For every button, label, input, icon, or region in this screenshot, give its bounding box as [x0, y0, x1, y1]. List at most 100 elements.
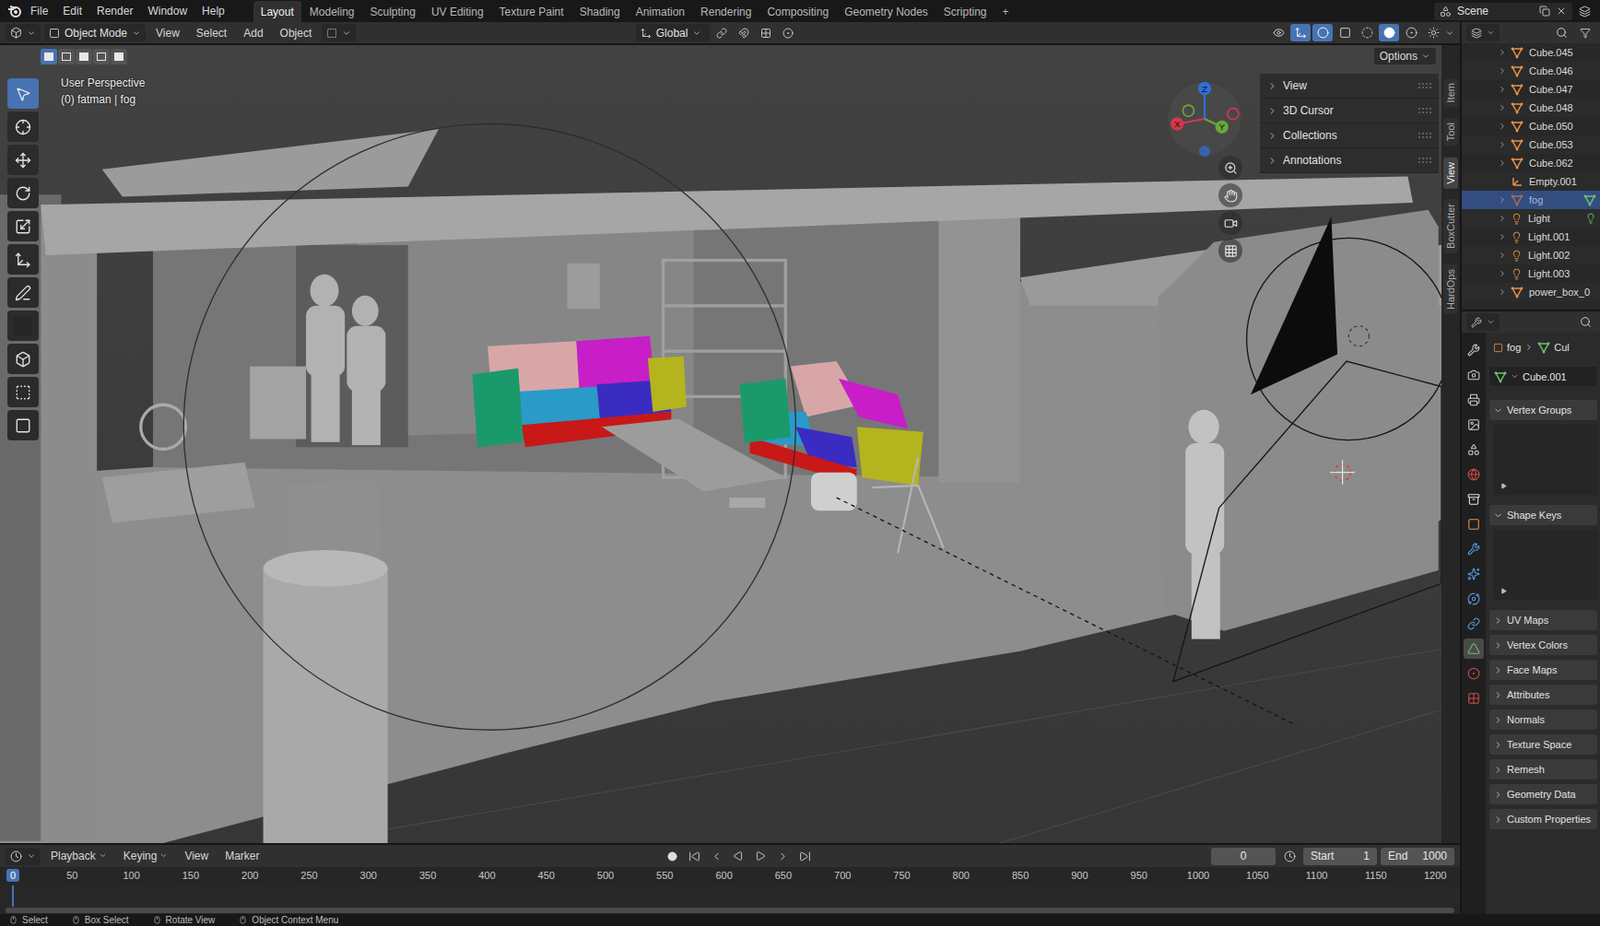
view-layer-button[interactable] — [1574, 2, 1595, 21]
outliner-row[interactable]: Cube.048 — [1461, 98, 1600, 118]
navigation-button[interactable] — [1218, 238, 1243, 263]
editor-type-dropdown[interactable] — [1466, 313, 1500, 331]
outliner-row[interactable]: Light — [1461, 209, 1600, 228]
sidebar-tab[interactable]: Item — [1443, 78, 1459, 107]
workspace-tab[interactable]: Modeling — [302, 0, 363, 23]
drag-handle-icon[interactable] — [1418, 156, 1432, 165]
expand-arrow[interactable] — [1496, 213, 1508, 224]
select-mode-button[interactable] — [58, 48, 75, 65]
overlay-button[interactable] — [1312, 23, 1333, 42]
workspace-tab[interactable]: Geometry Nodes — [836, 0, 936, 23]
tool-button[interactable] — [7, 211, 39, 242]
properties-tab[interactable] — [1463, 489, 1484, 510]
drag-handle-icon[interactable] — [1418, 131, 1432, 140]
sidebar-section[interactable]: Annotations — [1259, 148, 1439, 174]
panel-header[interactable]: Shape Keys — [1489, 505, 1598, 526]
workspace-tab[interactable]: + — [995, 0, 1017, 23]
workspace-tab[interactable]: Texture Paint — [492, 0, 572, 23]
menu-item[interactable]: Add — [236, 23, 270, 43]
shading-button[interactable] — [1423, 23, 1444, 42]
navigation-button[interactable] — [1218, 183, 1243, 208]
sidebar-tab[interactable]: Tool — [1443, 117, 1459, 146]
navigation-button[interactable] — [1218, 155, 1243, 180]
menu-item[interactable]: Playback — [44, 847, 114, 866]
panel-header[interactable]: Geometry Data — [1489, 784, 1598, 805]
properties-tab[interactable] — [1463, 389, 1484, 411]
outliner-row[interactable]: Light.001 — [1461, 227, 1600, 247]
tool-button[interactable] — [7, 244, 39, 275]
workspace-tab[interactable]: Compositing — [759, 0, 836, 23]
panel-header[interactable]: Vertex Colors — [1489, 635, 1598, 656]
play-reverse-button[interactable] — [728, 847, 749, 866]
end-frame-field[interactable]: End1000 — [1380, 847, 1455, 866]
select-mode-button[interactable] — [110, 48, 128, 65]
outliner-row[interactable]: Cube.047 — [1461, 80, 1600, 99]
outliner-row[interactable]: Cube.053 — [1461, 135, 1600, 154]
search-button[interactable] — [1551, 23, 1572, 42]
axis-gizmo-icon[interactable]: ZYX — [1164, 78, 1246, 160]
properties-tab[interactable] — [1463, 464, 1484, 485]
preview-range-button[interactable] — [1279, 847, 1300, 866]
select-mode-button[interactable] — [93, 48, 110, 65]
shading-button[interactable] — [1400, 23, 1422, 42]
properties-tab[interactable] — [1463, 613, 1484, 635]
drag-handle-icon[interactable] — [1418, 106, 1432, 115]
workspace-tab[interactable]: Rendering — [693, 0, 759, 23]
menu-item[interactable]: Render — [90, 1, 140, 21]
expand-arrow[interactable] — [1496, 66, 1508, 76]
panel-header[interactable]: Attributes — [1489, 684, 1598, 706]
tool-button[interactable] — [7, 376, 39, 408]
filter-button[interactable] — [1575, 23, 1596, 42]
workspace-tab[interactable]: Sculpting — [363, 0, 424, 23]
navigation-button[interactable] — [1218, 211, 1243, 236]
select-mode-button[interactable] — [40, 48, 58, 65]
tool-button[interactable] — [7, 343, 39, 375]
outliner-row[interactable]: Cube.062 — [1461, 153, 1600, 173]
snap-button[interactable] — [733, 23, 754, 42]
panel-header[interactable]: UV Maps — [1489, 610, 1598, 631]
properties-tab[interactable] — [1463, 414, 1484, 436]
shading-button[interactable] — [1378, 23, 1400, 42]
menu-item[interactable]: View — [149, 23, 187, 43]
sidebar-tab[interactable]: BoxCutter — [1443, 199, 1459, 254]
properties-tab[interactable] — [1463, 588, 1484, 610]
tool-button[interactable] — [7, 177, 39, 209]
menu-item[interactable]: Keying — [117, 847, 176, 866]
properties-tab[interactable] — [1463, 514, 1484, 535]
mode-dropdown[interactable]: Object Mode — [44, 23, 146, 42]
navigation-gizmo[interactable]: ZYX — [1164, 78, 1246, 160]
3d-viewport[interactable]: User Perspective(0) fatman | fogOptionsZ… — [0, 45, 1442, 844]
sidebar-tab[interactable]: View — [1443, 157, 1459, 189]
sidebar-section[interactable]: View — [1259, 73, 1439, 99]
menu-item[interactable]: View — [177, 847, 215, 866]
shading-button[interactable] — [1356, 23, 1377, 42]
sidebar-tab[interactable]: HardOps — [1443, 264, 1459, 315]
current-frame-field[interactable]: 0 — [1211, 847, 1276, 866]
panel-header[interactable]: Vertex Groups — [1489, 400, 1598, 421]
outliner-row[interactable]: Cube.046 — [1461, 61, 1600, 81]
menu-item[interactable]: Window — [141, 1, 194, 21]
workspace-tab[interactable]: Layout — [253, 0, 302, 23]
visibility-button[interactable] — [1268, 23, 1289, 42]
tool-button[interactable] — [7, 310, 39, 342]
properties-tab[interactable] — [1463, 439, 1484, 460]
menu-item[interactable]: Edit — [56, 1, 89, 21]
tool-button[interactable] — [7, 277, 39, 308]
prev-keyframe-button[interactable] — [705, 847, 727, 866]
sidebar-section[interactable]: 3D Cursor — [1259, 98, 1439, 124]
menu-item[interactable]: Marker — [218, 847, 266, 866]
panel-header[interactable]: Normals — [1489, 709, 1598, 730]
menu-item[interactable]: File — [23, 1, 55, 21]
outliner-row[interactable]: Cube.045 — [1461, 43, 1600, 62]
timeline-scrollbar[interactable] — [0, 906, 1460, 915]
xray-button[interactable] — [1334, 23, 1355, 42]
pivot-button[interactable] — [711, 23, 732, 42]
menu-item[interactable]: Object — [273, 23, 319, 43]
properties-tab[interactable] — [1463, 638, 1484, 659]
editor-type-dropdown[interactable] — [1466, 23, 1500, 42]
tool-button[interactable] — [7, 111, 39, 142]
expand-arrow[interactable] — [1496, 250, 1508, 260]
snap-target-button[interactable] — [755, 23, 777, 42]
menu-item[interactable]: Select — [189, 23, 234, 43]
jump-start-button[interactable] — [683, 847, 705, 866]
